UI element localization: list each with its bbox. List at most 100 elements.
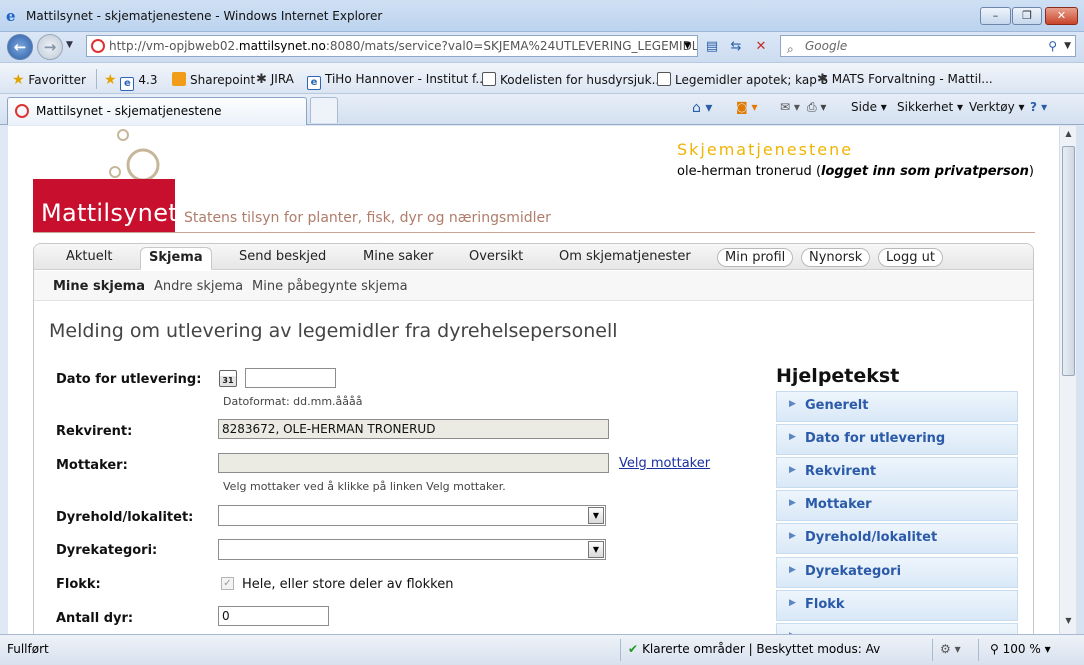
antall-input[interactable]: 0 — [218, 606, 329, 626]
security-menu-label: Sikkerhet — [897, 100, 954, 114]
help-item-dyrehold[interactable]: ▶ Dyrehold/lokalitet — [776, 523, 1018, 554]
scroll-down-icon[interactable]: ▼ — [1062, 616, 1075, 630]
menu-logg-ut[interactable]: Logg ut — [878, 248, 943, 267]
vertical-scrollbar[interactable]: ▲ ▼ — [1059, 126, 1076, 634]
help-title: Hjelpetekst — [776, 365, 900, 387]
main-menu: Aktuelt Skjema Send beskjed Mine saker O… — [34, 244, 1033, 270]
refresh-icon[interactable]: ⇆ — [726, 37, 746, 57]
maximize-button[interactable]: ❐ — [1012, 7, 1042, 25]
help-item-more[interactable]: ▶ — [776, 623, 1018, 634]
stop-icon[interactable]: ✕ — [751, 37, 771, 57]
triangle-right-icon: ▶ — [789, 432, 796, 442]
favorites-bar: ★ Favoritter ★ e 4.3 Sharepoint ✱ JIRA eT… — [0, 62, 1084, 94]
favorite-item-legemidler[interactable]: Legemidler apotek; kap 5 — [657, 72, 828, 87]
menu-mine-saker[interactable]: Mine saker — [363, 249, 433, 264]
status-separator — [620, 639, 621, 661]
favorites-button[interactable]: ★ Favoritter — [12, 72, 86, 88]
menu-skjema[interactable]: Skjema — [140, 247, 212, 270]
address-input[interactable]: http://vm-opjbweb02.mattilsynet.no:8080/… — [86, 35, 698, 57]
menu-oversikt[interactable]: Oversikt — [469, 249, 523, 264]
search-placeholder: Google — [805, 39, 848, 53]
favorite-item-tiho[interactable]: e TiHo Hannover - Institut f... — [307, 72, 487, 90]
compatibility-view-icon[interactable]: ▤ — [702, 37, 722, 57]
chevron-down-icon[interactable]: ▼ — [588, 507, 604, 524]
help-item-dyrekategori[interactable]: ▶ Dyrekategori — [776, 557, 1018, 588]
rekvirent-field: 8283672, OLE-HERMAN TRONERUD — [218, 419, 609, 439]
favorite-label: JIRA — [270, 72, 294, 86]
help-item-rekvirent[interactable]: ▶ Rekvirent — [776, 457, 1018, 488]
minimize-button[interactable]: – — [980, 7, 1011, 25]
antall-label: Antall dyr: — [56, 611, 134, 626]
security-menu[interactable]: Sikkerhet ▾ — [897, 100, 963, 114]
page-menu[interactable]: Side ▾ — [851, 100, 887, 114]
zoom-control[interactable]: ⚲ 100 % ▾ — [990, 642, 1051, 656]
mattilsynet-logo[interactable]: Mattilsynet — [33, 179, 178, 232]
favorite-item-mats[interactable]: ✱ MATS Forvaltning - Mattil... — [817, 72, 993, 87]
arrow-right-icon: → — [43, 38, 57, 56]
chevron-down-icon[interactable]: ▼ — [588, 541, 604, 558]
bug-icon: ✱ — [817, 72, 828, 87]
user-info: ole-herman tronerud (logget inn som priv… — [677, 164, 1034, 179]
triangle-right-icon: ▶ — [789, 399, 796, 409]
feeds-icon[interactable]: ◙ ▾ — [736, 100, 757, 114]
tagline: Statens tilsyn for planter, fisk, dyr og… — [184, 210, 551, 226]
tab-bar: Mattilsynet - skjematjenestene ⌂ ▾ ◙ ▾ ✉… — [0, 94, 1084, 125]
home-icon[interactable]: ⌂ ▾ — [692, 100, 712, 116]
mottaker-hint: Velg mottaker ved å klikke på linken Vel… — [223, 480, 506, 493]
flokk-label: Flokk: — [56, 577, 101, 592]
tools-menu[interactable]: Verktøy ▾ — [969, 100, 1025, 114]
submenu-andre-skjema[interactable]: Andre skjema — [154, 279, 243, 294]
dato-input[interactable] — [245, 368, 336, 388]
triangle-right-icon: ▶ — [789, 565, 796, 575]
favorites-separator — [96, 69, 97, 89]
favorite-item-4-3[interactable]: ★ e 4.3 — [104, 72, 157, 91]
print-icon[interactable]: ⎙ ▾ — [807, 100, 826, 115]
help-item-generelt[interactable]: ▶ Generelt — [776, 391, 1018, 422]
menu-om-skjematjenester[interactable]: Om skjematjenester — [559, 249, 691, 264]
new-tab-button[interactable] — [310, 97, 338, 123]
menu-nynorsk[interactable]: Nynorsk — [801, 248, 871, 267]
velg-mottaker-link[interactable]: Velg mottaker — [619, 456, 710, 471]
help-icon[interactable]: ? ▾ — [1030, 100, 1047, 114]
search-icon[interactable]: ⚲ — [1048, 36, 1057, 56]
dyrehold-select[interactable]: ▼ — [218, 505, 606, 526]
address-dropdown[interactable]: ▼ — [684, 41, 691, 51]
tab-mattilsynet[interactable]: Mattilsynet - skjematjenestene — [7, 97, 307, 125]
help-item-mottaker[interactable]: ▶ Mottaker — [776, 490, 1018, 521]
triangle-right-icon: ▶ — [789, 498, 796, 508]
favorite-item-jira[interactable]: ✱ JIRA — [256, 72, 294, 87]
close-window-button[interactable]: ✕ — [1045, 7, 1078, 25]
submenu-mine-skjema[interactable]: Mine skjema — [53, 279, 145, 294]
back-button[interactable]: ← — [7, 34, 33, 60]
forward-button[interactable]: → — [37, 34, 63, 60]
flokk-checkbox[interactable]: ✓ — [221, 577, 234, 590]
flokk-checkbox-label: Hele, eller store deler av flokken — [242, 577, 454, 592]
url-prefix: http://vm-opjbweb02. — [109, 39, 239, 53]
header-divider — [33, 232, 1035, 233]
scrollbar-thumb[interactable] — [1062, 146, 1075, 376]
menu-min-profil[interactable]: Min profil — [717, 248, 794, 267]
recent-pages-dropdown[interactable]: ▼ — [66, 40, 73, 50]
addons-icon[interactable]: ⚙ ▾ — [940, 642, 961, 656]
search-options-dropdown[interactable]: ▼ — [1064, 36, 1071, 56]
status-bar: Fullført ✔ Klarerte områder | Beskyttet m… — [0, 634, 1084, 665]
favorite-label: TiHo Hannover - Institut f... — [325, 72, 487, 86]
submenu-mine-paabegynte-skjema[interactable]: Mine påbegynte skjema — [252, 279, 408, 294]
help-item-flokk[interactable]: ▶ Flokk — [776, 590, 1018, 621]
security-zone[interactable]: ✔ Klarerte områder | Beskyttet modus: Av — [628, 642, 880, 656]
dyrekategori-label: Dyrekategori: — [56, 543, 158, 558]
calendar-icon[interactable]: 31 — [219, 370, 237, 387]
dyrekategori-select[interactable]: ▼ — [218, 539, 606, 560]
scroll-up-icon[interactable]: ▲ — [1062, 129, 1075, 143]
mail-icon[interactable]: ✉ ▾ — [780, 100, 800, 114]
favorite-item-kodelisten[interactable]: Kodelisten for husdyrsjuk... — [482, 72, 663, 87]
url-rest: :8080/mats/service?val0=SKJEMA%24UTLEVER… — [325, 39, 698, 53]
help-item-dato[interactable]: ▶ Dato for utlevering — [776, 424, 1018, 455]
menu-send-beskjed[interactable]: Send beskjed — [239, 249, 326, 264]
menu-aktuelt[interactable]: Aktuelt — [66, 249, 112, 264]
favorite-label: Kodelisten for husdyrsjuk... — [500, 73, 664, 87]
checkmark-icon: ✓ — [223, 578, 232, 589]
help-item-label: Mottaker — [805, 497, 872, 512]
search-input[interactable]: ⌕ Google ⚲ ▼ — [780, 35, 1076, 57]
favorite-item-sharepoint[interactable]: Sharepoint — [172, 72, 255, 87]
